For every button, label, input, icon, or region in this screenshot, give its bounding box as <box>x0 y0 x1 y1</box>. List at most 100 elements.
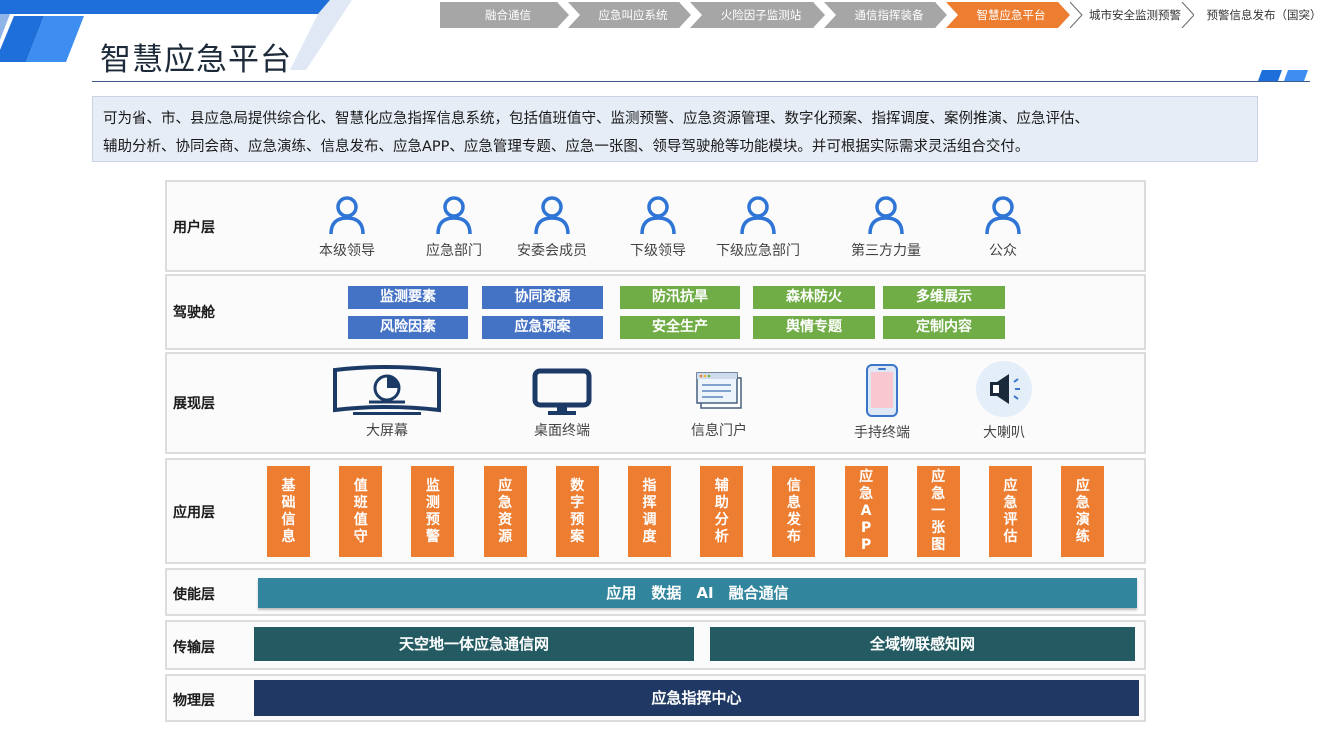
person-icon <box>329 196 365 235</box>
display-item-label: 手持终端 <box>854 425 910 441</box>
application-module[interactable]: 指挥调度 <box>628 466 671 557</box>
nav-item-0[interactable]: 融合通信 <box>440 2 570 28</box>
person-icon <box>985 196 1021 235</box>
cockpit-tag[interactable]: 森林防火 <box>753 286 875 309</box>
application-module[interactable]: 信息发布 <box>772 466 816 557</box>
nav-item-label: 预警信息发布（国突） <box>1206 8 1322 22</box>
nav-item-active[interactable]: 智慧应急平台 <box>946 2 1070 28</box>
nav-item-label: 智慧应急平台 <box>976 8 1046 22</box>
user-item: 安委会成员 <box>502 194 602 260</box>
user-label: 下级应急部门 <box>716 243 800 259</box>
application-layer: 应用层 基础信息 值班值守 监测预警 应急资源 数字预案 指挥调度 辅助分析 信息发布 应急AP… <box>165 458 1146 564</box>
layer-label: 物理层 <box>173 693 215 709</box>
user-item: 下级领导 <box>618 194 698 260</box>
application-module-label: 数字预案 <box>570 477 585 545</box>
application-module-label: 应急评估 <box>1003 477 1018 545</box>
nav-item-1[interactable]: 应急叫应系统 <box>568 2 692 28</box>
nav-item-3[interactable]: 通信指挥装备 <box>824 2 948 28</box>
display-item: 大屏幕 <box>327 364 447 440</box>
layer-label: 传输层 <box>173 640 215 656</box>
application-module-label: 信息发布 <box>786 477 801 545</box>
application-module-label: 指挥调度 <box>642 477 657 545</box>
application-module-label: 辅助分析 <box>714 477 729 545</box>
enable-bar: 应用 数据 AI 融合通信 <box>258 578 1137 608</box>
application-module[interactable]: 应急演练 <box>1061 466 1105 557</box>
user-label: 下级领导 <box>630 243 686 259</box>
display-item: 信息门户 <box>679 368 759 440</box>
description-line: 可为省、市、县应急局提供综合化、智慧化应急指挥信息系统，包括值班值守、监测预警、… <box>103 111 1089 127</box>
nav-item-6[interactable]: 预警信息发布（国突） <box>1190 2 1332 28</box>
application-module-label: 监测预警 <box>425 477 440 545</box>
cockpit-tag[interactable]: 协同资源 <box>482 286 603 309</box>
big-screen-icon <box>333 365 441 415</box>
transport-bar-left: 天空地一体应急通信网 <box>254 627 694 661</box>
decorative-marks <box>1258 66 1308 81</box>
monitor-icon <box>532 368 592 415</box>
application-module[interactable]: 应急一张图 <box>916 466 960 557</box>
nav-item-label: 融合通信 <box>485 8 531 22</box>
cockpit-layer: 驾驶舱 监测要素 协同资源 风险因素 应急预案 防汛抗旱 森林防火 多维展示 安… <box>165 274 1146 350</box>
cockpit-tag[interactable]: 监测要素 <box>348 286 468 309</box>
person-icon <box>534 196 570 235</box>
user-item: 应急部门 <box>414 194 494 260</box>
cockpit-tag[interactable]: 安全生产 <box>620 316 740 339</box>
application-module-label: 值班值守 <box>353 477 368 545</box>
user-layer: 用户层 本级领导 应急部门 安委会成员 下级领导 下级应急部门 第三方力量 公众 <box>165 180 1146 272</box>
application-module-label: 基础信息 <box>281 477 296 545</box>
user-item: 本级领导 <box>307 194 387 260</box>
phone-icon <box>866 364 898 417</box>
cockpit-tag[interactable]: 风险因素 <box>348 316 468 339</box>
application-module[interactable]: 值班值守 <box>339 466 383 557</box>
megaphone-icon <box>976 361 1032 417</box>
cockpit-tag[interactable]: 防汛抗旱 <box>620 286 740 309</box>
nav-item-label: 火险因子监测站 <box>720 8 802 22</box>
physical-bar: 应急指挥中心 <box>254 680 1139 716</box>
display-item: 桌面终端 <box>522 368 602 440</box>
layer-label: 使能层 <box>173 587 215 603</box>
application-module-label: 应急一张图 <box>931 469 946 553</box>
display-item: 手持终端 <box>842 364 922 442</box>
cockpit-tag[interactable]: 定制内容 <box>883 316 1005 339</box>
transport-layer: 传输层 天空地一体应急通信网 全域物联感知网 <box>165 620 1146 670</box>
page-title: 智慧应急平台 <box>100 42 292 78</box>
display-item-label: 桌面终端 <box>534 423 590 439</box>
nav-item-2[interactable]: 火险因子监测站 <box>690 2 826 28</box>
title-divider <box>92 81 1310 82</box>
display-item-label: 大喇叭 <box>983 425 1025 441</box>
application-module[interactable]: 基础信息 <box>267 466 310 557</box>
display-item-label: 信息门户 <box>691 423 747 439</box>
application-module[interactable]: 数字预案 <box>555 466 599 557</box>
cockpit-tag[interactable]: 舆情专题 <box>753 316 875 339</box>
application-module-label: 应急APP <box>859 469 874 553</box>
user-label: 安委会成员 <box>517 243 587 259</box>
person-icon <box>868 196 904 235</box>
nav-item-label: 通信指挥装备 <box>854 8 924 22</box>
application-module[interactable]: 监测预警 <box>411 466 455 557</box>
cockpit-tag[interactable]: 多维展示 <box>883 286 1005 309</box>
display-layer: 展现层 大屏幕 桌面终端 信息门户 手持终端 大喇叭 <box>165 352 1146 454</box>
display-item: 大喇叭 <box>964 360 1044 442</box>
layer-label: 用户层 <box>173 220 215 236</box>
layer-label: 应用层 <box>173 505 215 521</box>
application-module[interactable]: 应急评估 <box>989 466 1032 557</box>
cockpit-tag[interactable]: 应急预案 <box>482 316 603 339</box>
person-icon <box>436 196 472 235</box>
nav-item-5[interactable]: 城市安全监测预警 <box>1070 2 1194 28</box>
application-module[interactable]: 应急APP <box>844 466 888 557</box>
application-module-label: 应急演练 <box>1075 477 1090 545</box>
application-module[interactable]: 辅助分析 <box>700 466 744 557</box>
display-item-label: 大屏幕 <box>366 423 408 439</box>
transport-bar-right: 全域物联感知网 <box>710 627 1135 661</box>
layer-label: 驾驶舱 <box>173 305 215 321</box>
nav-item-label: 城市安全监测预警 <box>1089 8 1181 22</box>
portal-icon <box>696 372 742 409</box>
description-line: 辅助分析、协同会商、应急演练、信息发布、应急APP、应急管理专题、应急一张图、领… <box>103 139 1030 155</box>
physical-layer: 物理层 应急指挥中心 <box>165 674 1146 722</box>
layer-label: 展现层 <box>173 396 215 412</box>
user-item: 公众 <box>963 194 1043 260</box>
application-module-label: 应急资源 <box>498 477 513 545</box>
user-item: 下级应急部门 <box>698 194 818 260</box>
enable-layer: 使能层 应用 数据 AI 融合通信 <box>165 568 1146 616</box>
application-module[interactable]: 应急资源 <box>483 466 527 557</box>
description-box: 可为省、市、县应急局提供综合化、智慧化应急指挥信息系统，包括值班值守、监测预警、… <box>92 96 1258 162</box>
